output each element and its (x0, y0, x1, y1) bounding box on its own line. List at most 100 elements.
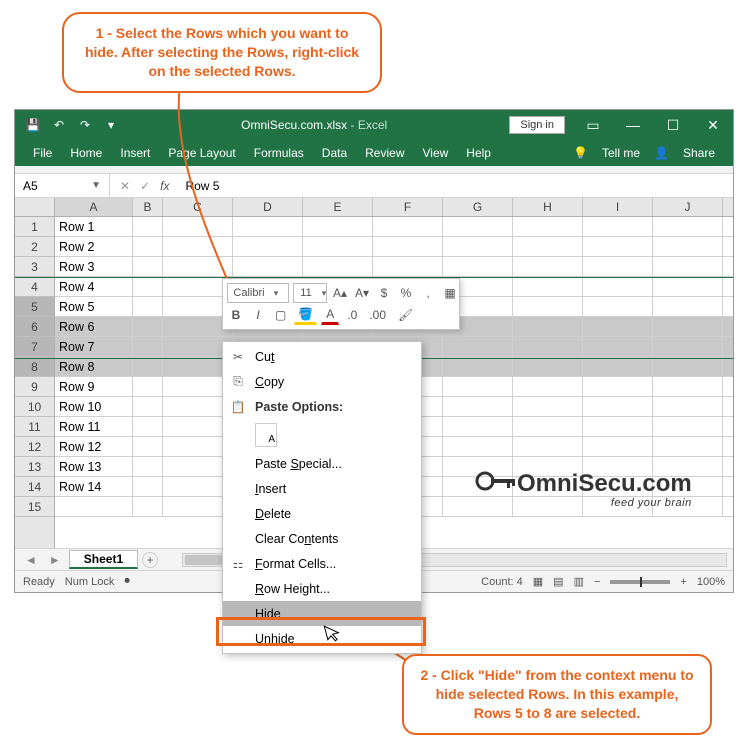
tab-view[interactable]: View (423, 146, 449, 160)
bold-icon[interactable]: B (227, 305, 245, 325)
cell[interactable] (133, 257, 163, 276)
name-box-dropdown-icon[interactable]: ▼ (91, 180, 101, 191)
table-row[interactable]: Row 3 (55, 257, 733, 277)
cell[interactable] (373, 257, 443, 276)
italic-icon[interactable]: I (249, 305, 267, 325)
macro-record-icon[interactable]: ⏺ (124, 575, 130, 588)
cell[interactable] (163, 257, 233, 276)
cell[interactable]: Row 11 (55, 417, 133, 436)
cell[interactable] (653, 437, 723, 456)
name-box[interactable]: A5 ▼ (15, 174, 110, 197)
cell[interactable] (443, 397, 513, 416)
cell[interactable] (583, 357, 653, 376)
accounting-format-icon[interactable]: $ (375, 283, 393, 303)
select-all-corner[interactable] (15, 198, 55, 216)
row-header[interactable]: 4 (15, 277, 54, 297)
tab-insert[interactable]: Insert (120, 146, 150, 160)
menu-delete[interactable]: Delete (223, 501, 421, 526)
menu-format-cells[interactable]: ⚏Format Cells... (223, 551, 421, 576)
cell[interactable]: Row 9 (55, 377, 133, 396)
cell[interactable] (653, 457, 723, 476)
row-header[interactable]: 13 (15, 457, 54, 477)
cell[interactable] (163, 237, 233, 256)
cell[interactable] (653, 497, 723, 516)
cell[interactable] (133, 337, 163, 356)
cell[interactable] (443, 257, 513, 276)
sign-in-button[interactable]: Sign in (509, 116, 565, 134)
cell[interactable] (513, 337, 583, 356)
cell[interactable]: Row 10 (55, 397, 133, 416)
cell[interactable]: Row 5 (55, 297, 133, 316)
cell[interactable] (513, 237, 583, 256)
row-header[interactable]: 5 (15, 297, 54, 317)
cell[interactable] (583, 217, 653, 236)
cell[interactable]: Row 2 (55, 237, 133, 256)
redo-icon[interactable]: ↷ (77, 117, 93, 133)
cell[interactable] (583, 237, 653, 256)
cell[interactable] (513, 497, 583, 516)
menu-cut[interactable]: ✂Cut (223, 344, 421, 369)
col-header-a[interactable]: A (55, 198, 133, 216)
percent-format-icon[interactable]: % (397, 283, 415, 303)
cell[interactable]: Row 8 (55, 357, 133, 376)
table-row[interactable]: Row 1 (55, 217, 733, 237)
cell[interactable] (133, 277, 163, 296)
col-header-g[interactable]: G (443, 198, 513, 216)
col-header-i[interactable]: I (583, 198, 653, 216)
cell[interactable]: Row 12 (55, 437, 133, 456)
qat-dropdown-icon[interactable]: ▾ (103, 117, 119, 133)
cell[interactable] (583, 497, 653, 516)
menu-hide[interactable]: Hide (223, 601, 421, 626)
col-header-d[interactable]: D (233, 198, 303, 216)
tab-help[interactable]: Help (466, 146, 491, 160)
col-header-h[interactable]: H (513, 198, 583, 216)
cell[interactable]: Row 13 (55, 457, 133, 476)
cell[interactable] (583, 337, 653, 356)
tab-home[interactable]: Home (70, 146, 102, 160)
cell[interactable] (133, 417, 163, 436)
cell[interactable] (583, 277, 653, 296)
col-header-f[interactable]: F (373, 198, 443, 216)
font-color-icon[interactable]: A (321, 305, 339, 325)
cell[interactable] (583, 257, 653, 276)
cell-style-icon[interactable]: ▦ (441, 283, 459, 303)
share-icon[interactable]: 👤 (654, 146, 669, 160)
view-normal-icon[interactable]: ▦ (533, 575, 543, 588)
cell[interactable] (653, 397, 723, 416)
cell[interactable] (513, 397, 583, 416)
comma-format-icon[interactable]: , (419, 283, 437, 303)
cell[interactable] (653, 377, 723, 396)
cell[interactable] (443, 497, 513, 516)
table-row[interactable]: Row 2 (55, 237, 733, 257)
row-header[interactable]: 8 (15, 357, 54, 377)
cell[interactable] (133, 497, 163, 516)
cell[interactable] (513, 277, 583, 296)
cell[interactable] (133, 377, 163, 396)
maximize-icon[interactable]: ☐ (653, 110, 693, 140)
zoom-level[interactable]: 100% (697, 576, 725, 588)
add-sheet-icon[interactable]: + (142, 552, 158, 568)
menu-row-height[interactable]: Row Height... (223, 576, 421, 601)
increase-decimal-icon[interactable]: .00 (365, 305, 390, 325)
cell[interactable] (653, 257, 723, 276)
cancel-icon[interactable]: ✕ (120, 179, 130, 193)
cell[interactable] (513, 437, 583, 456)
close-icon[interactable]: ✕ (693, 110, 733, 140)
cell[interactable] (513, 457, 583, 476)
formula-input[interactable]: Row 5 (179, 179, 733, 193)
cell[interactable]: Row 3 (55, 257, 133, 276)
share-label[interactable]: Share (683, 146, 715, 160)
cell[interactable] (443, 237, 513, 256)
font-size-select[interactable]: 11▾ (293, 283, 327, 303)
sheet-nav-next-icon[interactable]: ► (45, 553, 65, 567)
row-header[interactable]: 9 (15, 377, 54, 397)
cell[interactable] (583, 477, 653, 496)
cell[interactable] (583, 417, 653, 436)
tab-data[interactable]: Data (322, 146, 347, 160)
cell[interactable] (133, 457, 163, 476)
tab-formulas[interactable]: Formulas (254, 146, 304, 160)
row-header[interactable]: 12 (15, 437, 54, 457)
row-header[interactable]: 1 (15, 217, 54, 237)
enter-icon[interactable]: ✓ (140, 179, 150, 193)
cell[interactable] (133, 217, 163, 236)
